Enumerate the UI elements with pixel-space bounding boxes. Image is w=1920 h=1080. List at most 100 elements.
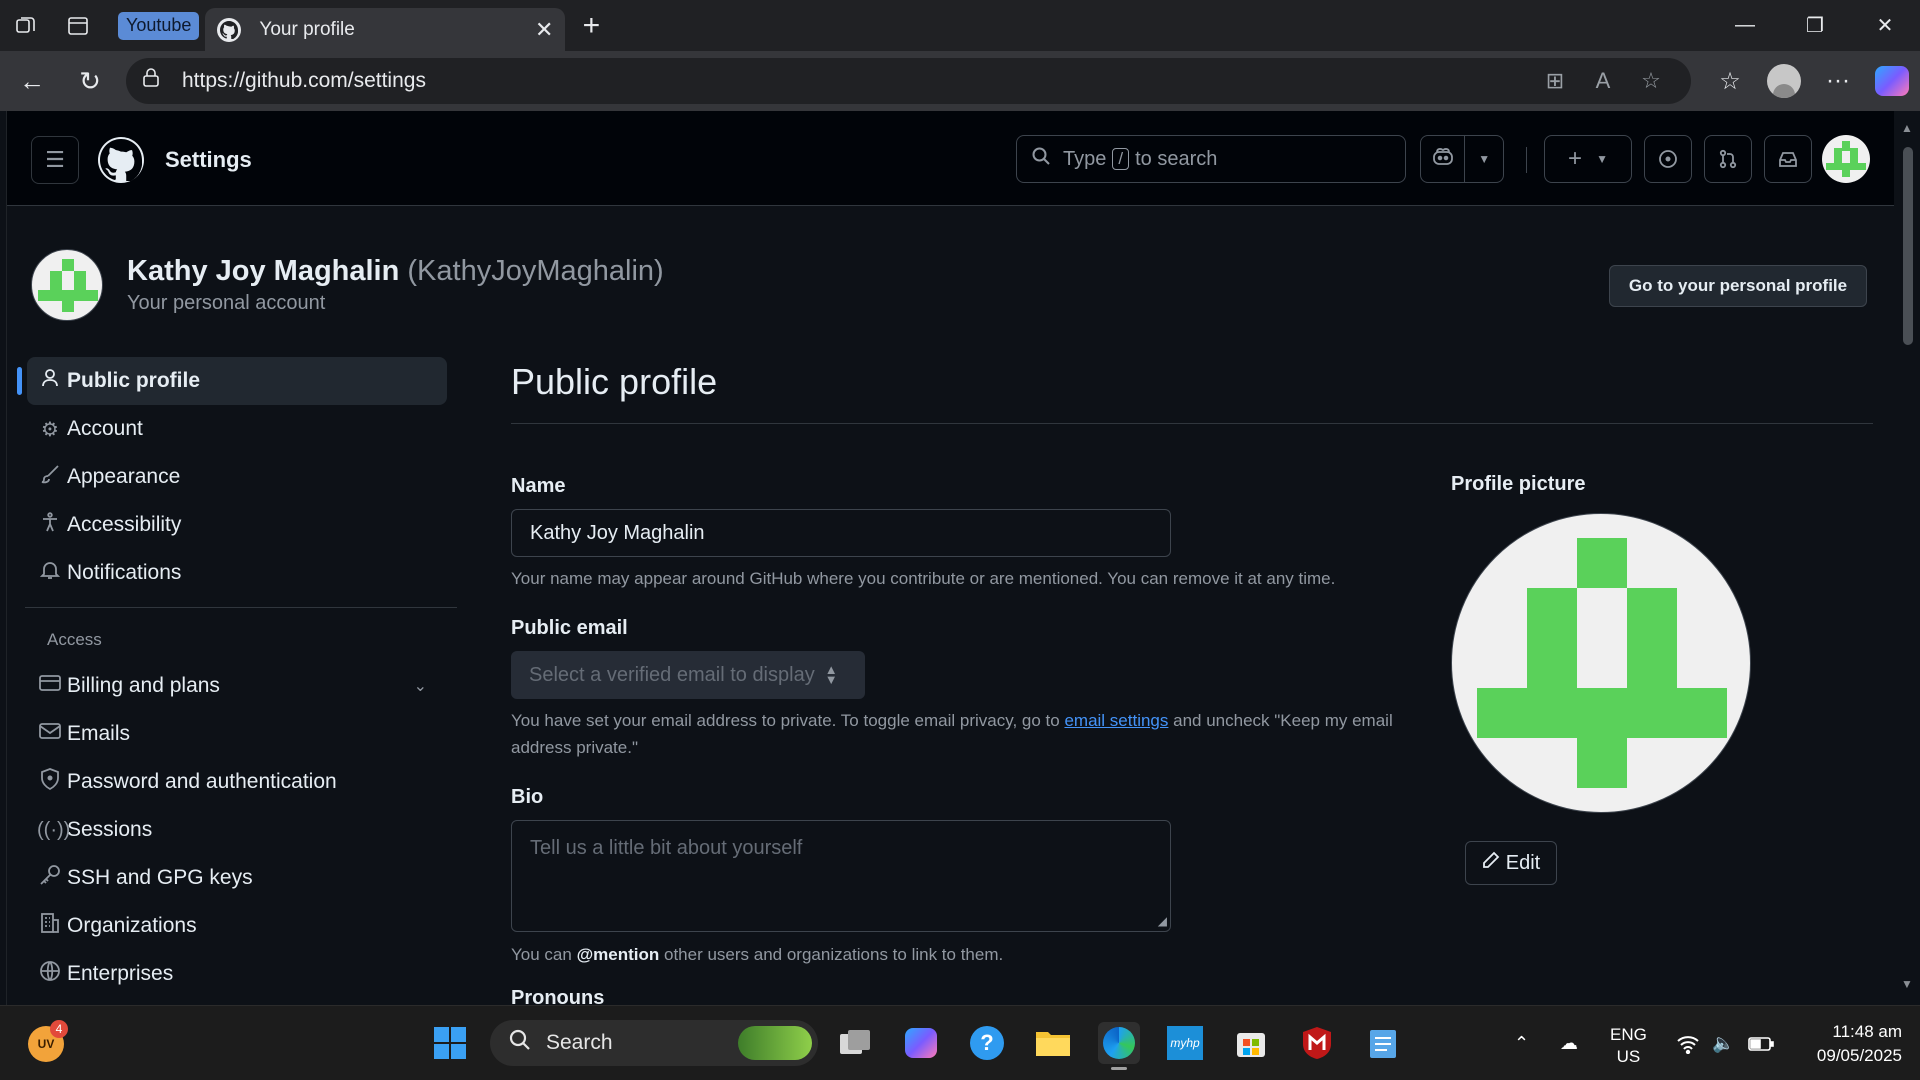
tab-actions-icon[interactable]	[52, 0, 104, 51]
title-divider	[511, 423, 1873, 424]
bio-textarea[interactable]: Tell us a little bit about yourself ◢	[511, 820, 1171, 932]
github-header: ☰ Settings Type / to search ▼ + ▼	[7, 111, 1894, 206]
onedrive-icon[interactable]: ☁	[1560, 1006, 1578, 1080]
sidebar-item-label: Public profile	[67, 369, 201, 392]
sidebar-item-appearance[interactable]: Appearance	[17, 453, 457, 501]
sidebar-item-label: Accessibility	[67, 513, 182, 536]
gear-icon: ⚙	[41, 418, 59, 441]
account-subtitle: Your personal account	[127, 292, 326, 314]
key-icon	[37, 864, 63, 892]
globe-icon	[37, 960, 63, 988]
edit-avatar-button[interactable]: Edit	[1465, 841, 1557, 885]
taskbar-search[interactable]: Search	[490, 1020, 818, 1066]
chevron-down-icon[interactable]: ▼	[1465, 152, 1503, 166]
mention-text: @mention	[576, 945, 660, 964]
battery-icon[interactable]	[1748, 1006, 1774, 1080]
scroll-thumb[interactable]	[1903, 147, 1913, 345]
accessibility-icon	[37, 512, 63, 538]
more-options-icon[interactable]: ···	[1811, 56, 1865, 106]
read-aloud-icon[interactable]: A	[1579, 68, 1627, 94]
new-tab-icon[interactable]: +	[565, 0, 617, 51]
sidebar-item-password[interactable]: Password and authentication	[17, 758, 457, 806]
close-tab-icon[interactable]: ✕	[535, 17, 553, 43]
sidebar-item-account[interactable]: ⚙ Account	[17, 405, 457, 453]
pull-requests-icon[interactable]	[1704, 135, 1752, 183]
help-icon[interactable]: ?	[966, 1022, 1008, 1064]
favorite-star-icon[interactable]: ☆	[1627, 68, 1675, 94]
inbox-icon[interactable]	[1764, 135, 1812, 183]
github-logo-icon[interactable]	[98, 137, 144, 183]
chevron-down-icon[interactable]: ⌄	[414, 676, 427, 696]
account-name[interactable]: Kathy Joy Maghalin (KathyJoyMaghalin)	[127, 255, 664, 288]
sidebar-item-sessions[interactable]: ((·)) Sessions	[17, 806, 457, 854]
user-avatar[interactable]	[1822, 135, 1870, 183]
sidebar-item-billing[interactable]: Billing and plans ⌄	[17, 662, 457, 710]
sidebar-item-ssh-keys[interactable]: SSH and GPG keys	[17, 854, 457, 902]
page-scrollbar[interactable]: ▲ ▼	[1894, 111, 1920, 1005]
minimize-icon[interactable]: —	[1710, 0, 1780, 51]
close-window-icon[interactable]: ✕	[1850, 0, 1920, 51]
file-explorer-icon[interactable]	[1032, 1022, 1074, 1064]
wifi-icon[interactable]	[1676, 1006, 1700, 1080]
sidebar-item-organizations[interactable]: Organizations	[17, 902, 457, 950]
email-settings-link[interactable]: email settings	[1064, 711, 1168, 730]
header-divider	[1526, 147, 1527, 173]
bio-hint: You can @mention other users and organiz…	[511, 941, 1411, 968]
copilot-app-icon[interactable]	[900, 1022, 942, 1064]
sidebar-item-label: Account	[67, 417, 143, 440]
workspace-youtube-tab[interactable]: Youtube	[118, 11, 200, 40]
notification-badge: 4	[50, 1020, 68, 1038]
copilot-icon[interactable]	[1865, 56, 1919, 106]
github-favicon-icon	[217, 17, 242, 42]
window-controls: — ❐ ✕	[1710, 0, 1920, 51]
notepad-icon[interactable]	[1362, 1022, 1404, 1064]
start-icon[interactable]	[429, 1022, 471, 1064]
show-hidden-icons-icon[interactable]: ⌃	[1514, 1006, 1529, 1080]
bio-label: Bio	[511, 786, 544, 808]
lock-icon[interactable]	[142, 68, 166, 94]
search-input[interactable]: Type / to search	[1016, 135, 1406, 183]
resize-handle-icon[interactable]: ◢	[1158, 914, 1167, 928]
issues-icon[interactable]	[1644, 135, 1692, 183]
clock-date: 09/05/2025	[1816, 1046, 1902, 1065]
public-email-select[interactable]: Select a verified email to display ▲ ▼	[511, 651, 865, 699]
tab-your-profile[interactable]: Your profile ✕	[205, 8, 566, 51]
favorites-icon[interactable]: ☆	[1703, 56, 1757, 106]
back-icon[interactable]: ←	[6, 55, 58, 107]
microsoft-store-icon[interactable]	[1230, 1022, 1272, 1064]
sidebar-item-emails[interactable]: Emails	[17, 710, 457, 758]
system-clock[interactable]: 11:48 am 09/05/2025	[1792, 1020, 1902, 1068]
clock-time: 11:48 am	[1832, 1022, 1902, 1041]
go-to-profile-button[interactable]: Go to your personal profile	[1609, 265, 1867, 307]
sidebar-item-accessibility[interactable]: Accessibility	[17, 501, 457, 549]
app-available-icon[interactable]: ⊞	[1531, 68, 1579, 94]
search-prefix: Type	[1063, 147, 1107, 170]
mcafee-icon[interactable]	[1296, 1022, 1338, 1064]
language-indicator[interactable]: ENG US	[1610, 1024, 1647, 1068]
copilot-button[interactable]: ▼	[1420, 135, 1504, 183]
url-text[interactable]: https://github.com/settings	[182, 69, 1531, 93]
bio-placeholder: Tell us a little bit about yourself	[530, 837, 803, 859]
name-input[interactable]: Kathy Joy Maghalin	[511, 509, 1171, 557]
workspaces-icon[interactable]	[0, 0, 52, 51]
volume-icon[interactable]: 🔈	[1712, 1006, 1734, 1080]
restore-icon[interactable]: ❐	[1780, 0, 1850, 51]
menu-icon[interactable]: ☰	[31, 136, 79, 184]
page-viewport: ☰ Settings Type / to search ▼ + ▼ Kathy …	[6, 111, 1894, 1005]
sidebar-item-notifications[interactable]: Notifications	[17, 549, 457, 597]
task-view-icon[interactable]	[834, 1022, 876, 1064]
profile-icon[interactable]	[1757, 56, 1811, 106]
header-title[interactable]: Settings	[165, 147, 252, 173]
sidebar-item-public-profile[interactable]: Public profile	[17, 357, 447, 405]
create-new-button[interactable]: + ▼	[1544, 135, 1632, 183]
scroll-up-icon[interactable]: ▲	[1901, 121, 1913, 135]
sidebar-item-enterprises[interactable]: Enterprises	[17, 950, 457, 998]
sidebar-item-label: SSH and GPG keys	[67, 866, 253, 889]
refresh-icon[interactable]: ↻	[64, 55, 116, 107]
edge-browser-icon[interactable]	[1098, 1022, 1140, 1070]
myhp-icon[interactable]: myhp	[1164, 1022, 1206, 1064]
scroll-down-icon[interactable]: ▼	[1901, 977, 1913, 991]
account-avatar[interactable]	[31, 249, 103, 321]
address-bar[interactable]: https://github.com/settings ⊞ A ☆	[126, 58, 1691, 104]
broadcast-icon: ((·))	[37, 818, 71, 841]
